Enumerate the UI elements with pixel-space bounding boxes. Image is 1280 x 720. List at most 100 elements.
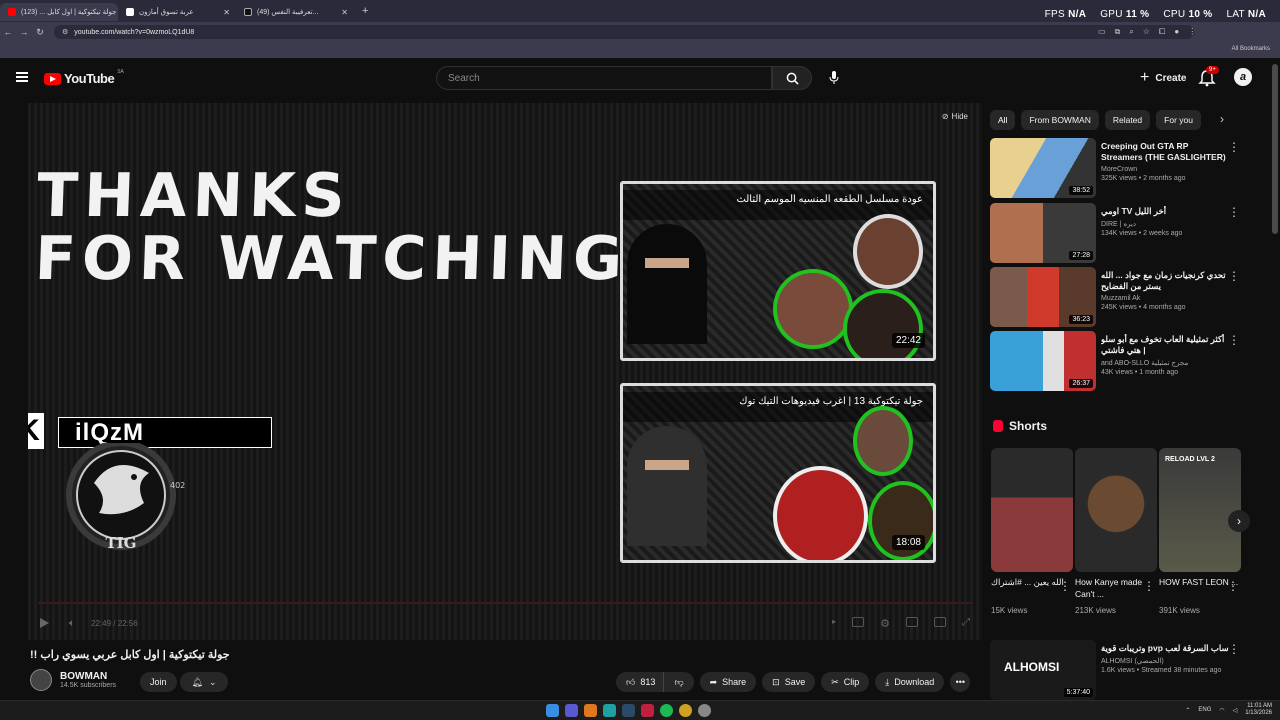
like-button[interactable]: 👍︎ 813	[616, 672, 664, 692]
join-button[interactable]: Join	[140, 672, 177, 692]
cast-icon[interactable]: ▭	[1098, 27, 1106, 37]
youtube-logo[interactable]: YouTube SA	[44, 69, 124, 86]
fullscreen-icon[interactable]: ⤢	[962, 617, 970, 630]
app-icon[interactable]	[641, 704, 654, 717]
more-vert-icon[interactable]: ⋮	[1228, 141, 1240, 153]
shorts-next-button[interactable]: ›	[1228, 510, 1250, 532]
clock[interactable]: 11:01 AM 1/13/2026	[1245, 703, 1272, 717]
recommended-video[interactable]: 38:52 Creeping Out GTA RP Streamers (THE…	[990, 138, 1240, 198]
channel-avatar[interactable]	[30, 669, 52, 691]
chevron-up-icon[interactable]: ⌃	[1185, 707, 1190, 714]
translate-icon[interactable]: ⧉	[1115, 27, 1121, 37]
channel-name[interactable]: and ABO-SLLO مجرج تمثيلية	[1101, 359, 1229, 367]
chevron-right-icon[interactable]: ›	[1220, 112, 1224, 126]
vlc-icon[interactable]	[584, 704, 597, 717]
search-button[interactable]	[772, 66, 812, 90]
play-icon[interactable]	[40, 618, 49, 628]
browser-tab-amazon[interactable]: عربة تسوق أمازون ✕	[118, 3, 236, 21]
video-title[interactable]: Creeping Out GTA RP Streamers (THE GASLI…	[1101, 141, 1229, 163]
forward-icon[interactable]: →	[16, 27, 32, 37]
video-title[interactable]: اومي TV أخر الليل	[1101, 206, 1229, 217]
more-vert-icon[interactable]: ⋮	[1227, 579, 1239, 593]
account-avatar[interactable]: a	[1234, 68, 1252, 86]
browser-tab-tiktok[interactable]: تعرفيبة النفس (49)... ✕	[236, 3, 354, 21]
start-icon[interactable]	[546, 704, 559, 717]
language-indicator[interactable]: ENG	[1198, 707, 1211, 713]
teams-icon[interactable]	[565, 704, 578, 717]
site-info-icon[interactable]: ⚙	[62, 28, 68, 36]
video-title[interactable]: تحدي كرنجيات زمان مع جواد ... الله يستر …	[1101, 270, 1229, 292]
browser-menu-icon[interactable]: ⋮	[1188, 27, 1196, 37]
recommended-livestream[interactable]: ALHOMSI 5:37:40 ساب السرقة لعب pvp وتريب…	[990, 640, 1240, 700]
recommended-video[interactable]: 36:23 تحدي كرنجيات زمان مع جواد ... الله…	[990, 267, 1240, 327]
create-button[interactable]: + Create	[1130, 66, 1196, 90]
more-vert-icon[interactable]: ⋮	[1228, 206, 1240, 218]
clip-button[interactable]: ✂ Clip	[821, 672, 870, 692]
video-title[interactable]: ساب السرقة لعب pvp وتريبات قوية	[1101, 643, 1229, 654]
save-button[interactable]: ⊡ Save	[762, 672, 816, 692]
extensions-icon[interactable]: ⧠	[1159, 27, 1165, 37]
spotify-icon[interactable]	[660, 704, 673, 717]
autoplay-icon[interactable]: ▸	[832, 617, 836, 630]
chip-related[interactable]: Related	[1104, 110, 1151, 130]
channel-name[interactable]: MoreCrown	[1101, 166, 1229, 173]
video-player[interactable]: ⊘ Hide THANKS FOR WATCHING عودة مسلسل الط…	[28, 103, 982, 640]
reload-icon[interactable]: ↻	[32, 27, 48, 38]
video-thumbnail[interactable]: 27:28	[990, 203, 1096, 263]
speaker-icon[interactable]: ◁	[1233, 707, 1238, 714]
hide-endscreen-button[interactable]: ⊘ Hide	[942, 112, 968, 121]
close-tab-icon[interactable]: ✕	[341, 8, 348, 17]
endcard-video-2[interactable]: جولة تيكتوكية 13 | اغرب فيديوهات التيك ت…	[620, 383, 936, 563]
more-vert-icon[interactable]: ⋮	[1059, 579, 1071, 593]
channel-name[interactable]: DIRE | ديره	[1101, 220, 1229, 228]
profile-icon[interactable]: ●	[1174, 27, 1179, 37]
wifi-icon[interactable]: ◠	[1219, 707, 1224, 714]
channel-info[interactable]: BOWMAN 14.5K subscribers	[30, 669, 116, 691]
short-thumbnail[interactable]: RELOAD LVL 2	[1159, 448, 1241, 572]
close-tab-icon[interactable]: ✕	[223, 8, 230, 17]
settings-icon[interactable]	[698, 704, 711, 717]
video-thumbnail[interactable]: 36:23	[990, 267, 1096, 327]
download-button[interactable]: ⤓ Download	[875, 672, 945, 692]
all-bookmarks-button[interactable]: All Bookmarks	[1232, 46, 1270, 52]
search-input[interactable]: Search	[436, 66, 772, 90]
chip-all[interactable]: All	[990, 110, 1016, 130]
endcard-video-1[interactable]: عودة مسلسل الطقعه المنسيه الموسم الثالث …	[620, 181, 936, 361]
volume-icon[interactable]: 🔈︎	[69, 618, 75, 629]
voice-search-button[interactable]	[826, 68, 842, 88]
channel-name[interactable]: Muzzamil Ak	[1101, 295, 1229, 302]
address-bar[interactable]: ⚙ youtube.com/watch?v=0wzmoLQ1dU8	[54, 25, 1194, 39]
chip-for-you[interactable]: For you	[1156, 110, 1201, 130]
recommended-video[interactable]: 27:28 اومي TV أخر الليل DIRE | ديره 134K…	[990, 203, 1240, 263]
miniplayer-icon[interactable]	[906, 616, 918, 627]
back-icon[interactable]: ←	[0, 27, 16, 37]
more-vert-icon[interactable]: ⋮	[1143, 579, 1155, 593]
zoom-icon[interactable]: ⌕	[1129, 27, 1133, 37]
more-vert-icon[interactable]: ⋮	[1228, 643, 1240, 655]
chip-from-channel[interactable]: From BOWMAN	[1021, 110, 1099, 130]
video-thumbnail[interactable]: 38:52	[990, 138, 1096, 198]
captions-icon[interactable]	[852, 616, 865, 627]
short-thumbnail[interactable]	[991, 448, 1073, 572]
more-vert-icon[interactable]: ⋮	[1228, 334, 1240, 346]
edge-icon[interactable]	[603, 704, 616, 717]
new-tab-icon[interactable]: +	[362, 5, 368, 17]
video-thumbnail[interactable]: ALHOMSI 5:37:40	[990, 640, 1096, 700]
channel-name[interactable]: ALHOMSI (الحمصي)	[1101, 657, 1229, 665]
hamburger-menu-icon[interactable]	[16, 72, 28, 82]
page-scrollbar[interactable]	[1270, 58, 1280, 700]
chrome-icon[interactable]	[679, 704, 692, 717]
more-vert-icon[interactable]: ⋮	[1228, 270, 1240, 282]
channel-name[interactable]: BOWMAN	[60, 671, 116, 682]
short-thumbnail[interactable]	[1075, 448, 1157, 572]
share-button[interactable]: ➦ Share	[699, 672, 757, 692]
recommended-video[interactable]: 26:37 أكثر تمثيلية العاب تخوف مع أبو سلو…	[990, 331, 1240, 391]
video-title[interactable]: أكثر تمثيلية العاب تخوف مع أبو سلو | هتي…	[1101, 334, 1229, 356]
settings-gear-icon[interactable]: ⚙	[880, 617, 890, 630]
theater-mode-icon[interactable]	[934, 616, 946, 627]
steam-icon[interactable]	[622, 704, 635, 717]
video-thumbnail[interactable]: 26:37	[990, 331, 1096, 391]
progress-bar[interactable]	[38, 602, 972, 604]
more-actions-button[interactable]: •••	[950, 672, 971, 692]
browser-tab-youtube[interactable]: جولة تيكتوكية | اول كابل ... (123) ✕	[0, 3, 118, 21]
